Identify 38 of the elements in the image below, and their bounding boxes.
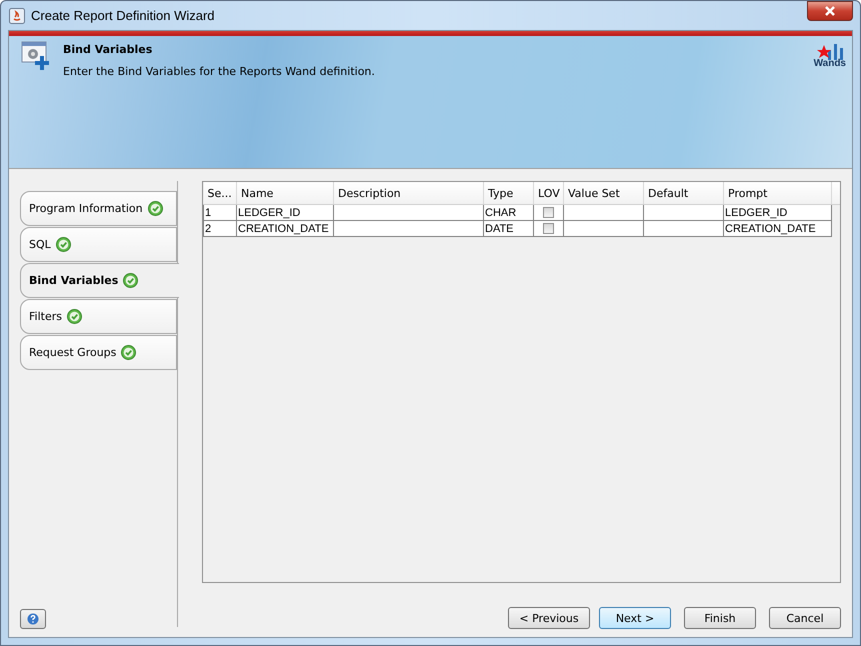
wizard-button[interactable]: Next > — [599, 607, 671, 629]
table-cell: 1 — [204, 204, 236, 220]
help-button[interactable] — [20, 609, 46, 629]
page-title: Bind Variables — [63, 43, 154, 56]
column-header[interactable]: LOV — [534, 182, 564, 204]
wizard-button[interactable]: Cancel — [769, 607, 841, 629]
wizard-button[interactable]: < Previous — [508, 607, 590, 629]
wizard-step[interactable]: Filters — [20, 299, 177, 334]
table-cell: CHAR — [484, 204, 534, 220]
window-title: Create Report Definition Wizard — [31, 8, 215, 23]
lov-checkbox[interactable] — [543, 223, 554, 234]
table-cell: 2 — [204, 220, 236, 236]
page-description: Enter the Bind Variables for the Reports Wand definition. — [63, 65, 375, 78]
wizard-step[interactable]: SQL — [20, 227, 177, 262]
table-cell: LEDGER_ID — [236, 204, 334, 220]
close-button[interactable] — [807, 1, 853, 21]
column-header[interactable]: Value Set — [564, 182, 644, 204]
table-cell: CREATION_DATE — [724, 220, 832, 236]
star-chart-icon — [816, 44, 846, 60]
logo-text: Wands — [814, 58, 846, 69]
help-icon — [27, 613, 39, 625]
wizard-step[interactable]: Request Groups — [20, 335, 177, 370]
column-header[interactable]: Type — [484, 182, 534, 204]
table-gear-icon — [21, 41, 51, 71]
table-cell: CREATION_DATE — [236, 220, 334, 236]
column-header[interactable]: Description — [334, 182, 484, 204]
column-header[interactable]: Se... — [204, 182, 236, 204]
column-header[interactable]: Prompt — [724, 182, 832, 204]
close-icon — [823, 6, 837, 16]
column-header[interactable]: Name — [236, 182, 334, 204]
table-cell: LEDGER_ID — [724, 204, 832, 220]
column-header[interactable]: Default — [644, 182, 724, 204]
wizard-step[interactable]: Program Information — [20, 191, 177, 226]
lov-checkbox[interactable] — [543, 207, 554, 218]
table-cell: DATE — [484, 220, 534, 236]
wizard-step[interactable]: Bind Variables — [20, 263, 179, 298]
app-icon — [9, 8, 25, 24]
wizard-button[interactable]: Finish — [684, 607, 756, 629]
